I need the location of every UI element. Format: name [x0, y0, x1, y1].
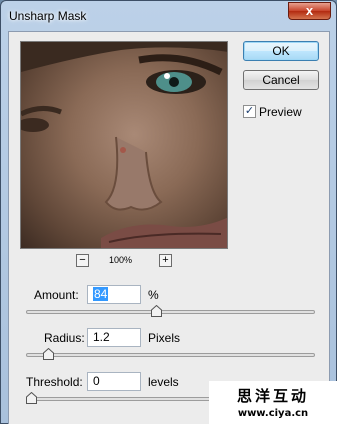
radius-slider[interactable]: [26, 348, 315, 360]
watermark-logo: 思洋互动 www.ciya.cn: [209, 381, 337, 424]
ok-button[interactable]: OK: [243, 41, 319, 61]
watermark-url: www.ciya.cn: [237, 408, 309, 419]
dialog-body: − 100% + OK Cancel ✓ Preview Amount: 84 …: [8, 31, 330, 424]
zoom-level: 100%: [109, 255, 133, 265]
window-title: Unsharp Mask: [9, 9, 87, 23]
close-button[interactable]: x: [288, 2, 331, 20]
zoom-out-button[interactable]: −: [76, 254, 89, 267]
preview-image[interactable]: [20, 41, 228, 249]
checkbox-icon[interactable]: ✓: [243, 105, 256, 118]
unsharp-mask-dialog: Unsharp Mask x − 100% + OK Cancel ✓ Prev…: [0, 0, 337, 424]
amount-slider-thumb[interactable]: [151, 305, 162, 317]
title-bar[interactable]: Unsharp Mask x: [1, 1, 336, 31]
radius-slider-track[interactable]: [26, 353, 315, 357]
preview-label: Preview: [259, 105, 302, 119]
threshold-slider-thumb[interactable]: [26, 392, 37, 404]
plus-icon: +: [162, 254, 169, 266]
radius-label: Radius:: [44, 331, 85, 345]
threshold-label: Threshold:: [26, 375, 83, 389]
radius-field[interactable]: 1.2: [87, 328, 141, 347]
face-preview-graphic: [21, 42, 227, 248]
zoom-controls: − 100% +: [76, 254, 172, 268]
zoom-in-button[interactable]: +: [159, 254, 172, 267]
radius-value: 1.2: [93, 330, 110, 344]
close-icon: x: [305, 3, 314, 18]
amount-field[interactable]: 84: [87, 285, 141, 304]
minus-icon: −: [79, 254, 86, 266]
amount-unit: %: [148, 288, 159, 302]
amount-label: Amount:: [34, 288, 79, 302]
amount-slider-track[interactable]: [26, 310, 315, 314]
threshold-value: 0: [93, 374, 100, 388]
amount-slider[interactable]: [26, 305, 315, 317]
amount-value: 84: [93, 287, 109, 301]
threshold-field[interactable]: 0: [87, 372, 141, 391]
threshold-unit: levels: [148, 375, 179, 389]
cancel-button[interactable]: Cancel: [243, 70, 319, 90]
watermark-chinese-text: 思洋互动: [236, 387, 309, 405]
radius-slider-thumb[interactable]: [43, 348, 54, 360]
radius-unit: Pixels: [148, 331, 181, 345]
